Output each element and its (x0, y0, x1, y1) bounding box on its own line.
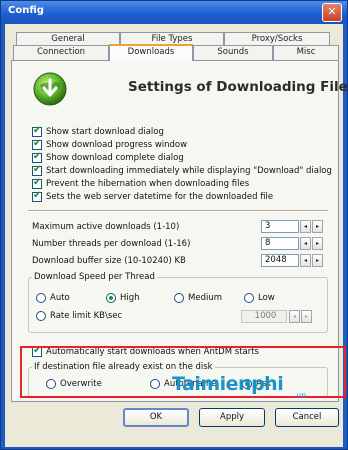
threads-label: Number threads per download (1-16) (32, 239, 191, 249)
arrow-right-icon: ▸ (304, 313, 308, 320)
max-active-decrease[interactable]: ◂ (300, 220, 311, 233)
radio[interactable] (36, 293, 46, 303)
checkbox[interactable] (32, 125, 42, 137)
watermark-suffix: .vn (294, 391, 307, 400)
tab-connection[interactable]: Connection (13, 45, 109, 60)
watermark: Taimienphi .vn (172, 373, 306, 400)
tab-downloads[interactable]: Downloads (109, 44, 193, 61)
watermark-text: Taimienphi (172, 373, 284, 395)
threads-input[interactable]: 8 (261, 237, 299, 250)
tab-misc[interactable]: Misc (273, 45, 339, 60)
ok-button[interactable]: OK (123, 408, 189, 427)
radio[interactable] (244, 293, 254, 303)
checkbox[interactable] (32, 190, 42, 202)
arrow-left-icon: ◂ (292, 313, 296, 320)
radio[interactable] (150, 379, 160, 389)
option-show-complete-dialog[interactable]: Show download complete dialog (32, 151, 184, 165)
speed-auto[interactable]: Auto (36, 293, 70, 305)
radio[interactable] (46, 379, 56, 389)
checkbox[interactable] (32, 151, 42, 163)
exist-overwrite[interactable]: Overwrite (46, 379, 102, 391)
radio[interactable] (106, 293, 116, 303)
checkbox[interactable] (32, 138, 42, 150)
option-prevent-hibernation[interactable]: Prevent the hibernation when downloading… (32, 177, 249, 191)
downloads-panel: Settings of Downloading Files Show start… (11, 60, 348, 402)
arrow-right-icon: ▸ (315, 223, 319, 230)
rate-limit-input[interactable]: 1000 (241, 310, 287, 323)
cancel-button[interactable]: Cancel (275, 408, 339, 427)
threads-decrease[interactable]: ◂ (300, 237, 311, 250)
option-start-immediately[interactable]: Start downloading immediately while disp… (32, 164, 332, 178)
arrow-left-icon: ◂ (303, 257, 307, 264)
max-active-increase[interactable]: ▸ (312, 220, 323, 233)
panel-header: Settings of Downloading Files (12, 61, 348, 117)
speed-low[interactable]: Low (244, 293, 275, 305)
option-show-progress-window[interactable]: Show download progress window (32, 138, 187, 152)
rate-limit-decrease[interactable]: ◂ (289, 310, 300, 323)
speed-medium[interactable]: Medium (174, 293, 222, 305)
tab-proxy-socks[interactable]: Proxy/Socks (224, 32, 330, 45)
speed-rate-limit[interactable]: Rate limit KB\sec (36, 311, 122, 323)
tab-sounds[interactable]: Sounds (193, 45, 273, 60)
page-title: Settings of Downloading Files (128, 79, 348, 95)
apply-button[interactable]: Apply (199, 408, 265, 427)
title-bar[interactable]: Config ✕ (1, 1, 347, 24)
buffer-size-input[interactable]: 2048 (261, 254, 299, 267)
option-show-start-dialog[interactable]: Show start download dialog (32, 125, 164, 139)
arrow-left-icon: ◂ (303, 240, 307, 247)
close-icon: ✕ (327, 5, 337, 18)
download-globe-icon (33, 72, 67, 106)
close-button[interactable]: ✕ (322, 3, 342, 22)
option-auto-start[interactable]: Automatically start downloads when AntDM… (32, 345, 259, 359)
tab-general[interactable]: General (16, 32, 120, 45)
speed-high[interactable]: High (106, 293, 140, 305)
threads-increase[interactable]: ▸ (312, 237, 323, 250)
buffer-size-increase[interactable]: ▸ (312, 254, 323, 267)
divider (28, 210, 328, 212)
rate-limit-increase[interactable]: ▸ (301, 310, 312, 323)
arrow-right-icon: ▸ (315, 240, 319, 247)
speed-group (28, 277, 328, 333)
arrow-right-icon: ▸ (315, 257, 319, 264)
max-active-label: Maximum active downloads (1-10) (32, 222, 180, 232)
checkbox[interactable] (32, 177, 42, 189)
option-server-datetime[interactable]: Sets the web server datetime for the dow… (32, 190, 273, 204)
radio[interactable] (174, 293, 184, 303)
buffer-size-label: Download buffer size (10-10240) KB (32, 256, 186, 266)
checkbox[interactable] (32, 164, 42, 176)
speed-group-label: Download Speed per Thread (32, 272, 157, 282)
arrow-left-icon: ◂ (303, 223, 307, 230)
buffer-size-decrease[interactable]: ◂ (300, 254, 311, 267)
radio[interactable] (36, 311, 46, 321)
checkbox[interactable] (32, 345, 42, 357)
max-active-input[interactable]: 3 (261, 220, 299, 233)
window-title: Config (8, 5, 44, 16)
exist-group-label: If destination file already exist on the… (32, 362, 215, 372)
